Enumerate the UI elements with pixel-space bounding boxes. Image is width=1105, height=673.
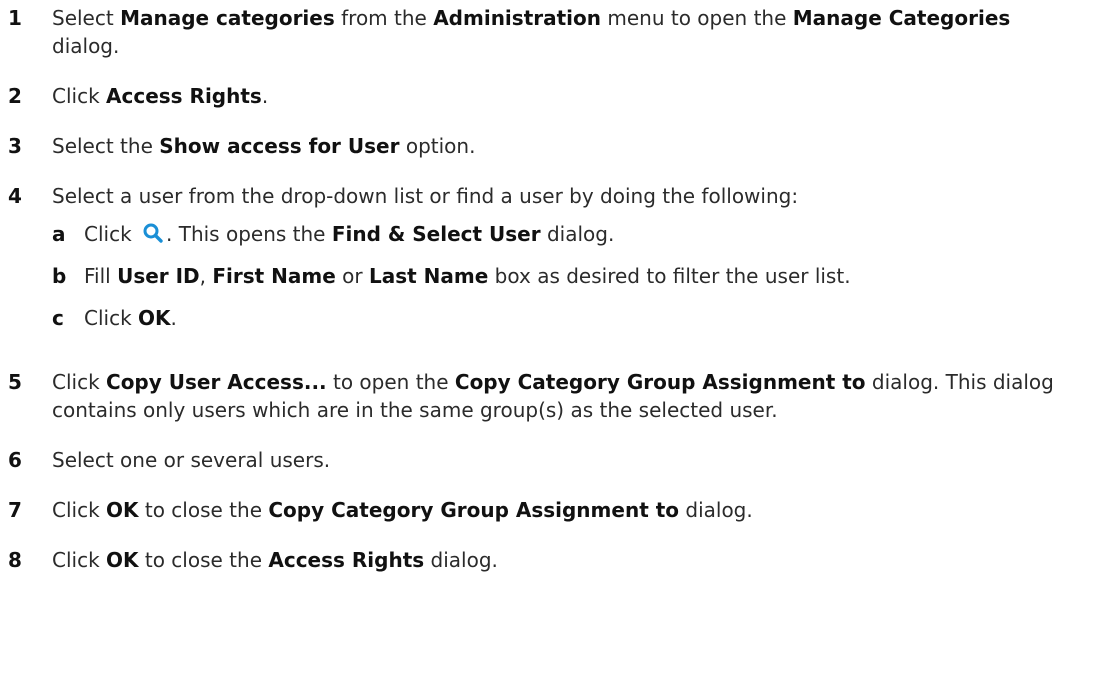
step-text: option. <box>399 134 476 158</box>
step-instruction: Select one or several users. <box>52 446 1075 474</box>
step-text: box as desired to filter the user list. <box>488 264 851 288</box>
substep-c: c Click OK. <box>52 304 1075 332</box>
substep-letter: b <box>52 264 67 288</box>
step-2: 2 Click Access Rights. <box>0 82 1105 110</box>
ui-term: Manage Categories <box>792 6 1011 30</box>
step-instruction: Select the Show access for User option. <box>52 132 1075 160</box>
step-text: Select a user from the drop-down list or… <box>52 184 799 208</box>
step-text: to open the <box>326 370 455 394</box>
step-number: 1 <box>8 6 22 30</box>
step-text: . This opens the <box>166 222 332 246</box>
step-text: . <box>170 306 177 330</box>
step-text: Select <box>52 6 121 30</box>
step-number: 5 <box>8 370 22 394</box>
procedure-steps: 1 Select Manage categories from the Admin… <box>0 0 1105 574</box>
step-instruction: Click Access Rights. <box>52 82 1075 110</box>
substep-text: Fill User ID, First Name or Last Name bo… <box>84 262 1075 290</box>
step-body: Select Manage categories from the Admini… <box>52 4 1105 60</box>
step-instruction: Select Manage categories from the Admini… <box>52 4 1075 60</box>
substep-a: a Click . This opens the Find & Select Us… <box>52 220 1075 248</box>
step-6: 6 Select one or several users. <box>0 446 1105 474</box>
substep-letter: c <box>52 306 64 330</box>
step-text: dialog. <box>52 34 120 58</box>
step-instruction: Select a user from the drop-down list or… <box>52 182 1075 210</box>
search-icon <box>142 222 164 244</box>
substep-text: Click OK. <box>84 304 1075 332</box>
substep-letter: a <box>52 222 66 246</box>
step-1: 1 Select Manage categories from the Admin… <box>0 4 1105 60</box>
ui-term: User ID <box>117 264 200 288</box>
step-number: 4 <box>8 184 22 208</box>
step-text: Click <box>52 370 107 394</box>
ui-term: Administration <box>433 6 602 30</box>
step-body: Click Access Rights. <box>52 82 1105 110</box>
step-7: 7 Click OK to close the Copy Category Gro… <box>0 496 1105 524</box>
ui-term: First Name <box>212 264 336 288</box>
step-4: 4 Select a user from the drop-down list o… <box>0 182 1105 346</box>
step-8: 8 Click OK to close the Access Rights dia… <box>0 546 1105 574</box>
ui-term: OK <box>138 306 171 330</box>
step-5: 5 Click Copy User Access... to open the C… <box>0 368 1105 424</box>
step-text: or <box>335 264 370 288</box>
substep-b: b Fill User ID, First Name or Last Name b… <box>52 262 1075 290</box>
step-text: Click <box>52 498 107 522</box>
step-body: Select one or several users. <box>52 446 1105 474</box>
step-body: Click OK to close the Copy Category Grou… <box>52 496 1105 524</box>
step-text: dialog. <box>540 222 615 246</box>
ui-term: Copy Category Group Assignment to <box>454 370 866 394</box>
step-number: 2 <box>8 84 22 108</box>
step-text: Select one or several users. <box>52 448 331 472</box>
step-text: Click <box>52 548 107 572</box>
step-instruction: Click OK to close the Access Rights dial… <box>52 546 1075 574</box>
step-text: to close the <box>138 548 269 572</box>
step-body: Select a user from the drop-down list or… <box>52 182 1105 346</box>
step-text: Click <box>84 306 139 330</box>
step-text: Select the <box>52 134 160 158</box>
step-text: dialog. <box>424 548 498 572</box>
ui-term: Find & Select User <box>331 222 541 246</box>
ui-term: OK <box>106 548 139 572</box>
ui-term: Manage categories <box>120 6 335 30</box>
ui-term: Copy Category Group Assignment to <box>268 498 680 522</box>
step-body: Click Copy User Access... to open the Co… <box>52 368 1105 424</box>
step-number: 7 <box>8 498 22 522</box>
substep-text: Click . This opens the Find & Select Use… <box>84 220 1075 248</box>
step-instruction: Click OK to close the Copy Category Grou… <box>52 496 1075 524</box>
step-text: from the <box>334 6 434 30</box>
ui-term: Last Name <box>369 264 489 288</box>
step-instruction: Click Copy User Access... to open the Co… <box>52 368 1075 424</box>
step-text: Click <box>52 84 107 108</box>
step-text: menu to open the <box>601 6 793 30</box>
ui-term: OK <box>106 498 139 522</box>
step-text: Click <box>84 222 139 246</box>
ui-term: Show access for User <box>159 134 400 158</box>
substep-list: a Click . This opens the Find & Select Us… <box>52 220 1075 332</box>
step-text: Fill <box>84 264 118 288</box>
step-body: Select the Show access for User option. <box>52 132 1105 160</box>
step-number: 8 <box>8 548 22 572</box>
step-text: . <box>261 84 269 108</box>
ui-term: Access Rights <box>106 84 262 108</box>
step-3: 3 Select the Show access for User option. <box>0 132 1105 160</box>
ui-term: Access Rights <box>268 548 425 572</box>
ui-term: Copy User Access... <box>106 370 327 394</box>
step-text: , <box>199 264 213 288</box>
step-number: 6 <box>8 448 22 472</box>
step-text: dialog. <box>679 498 753 522</box>
step-body: Click OK to close the Access Rights dial… <box>52 546 1105 574</box>
step-text: to close the <box>138 498 269 522</box>
step-number: 3 <box>8 134 22 158</box>
